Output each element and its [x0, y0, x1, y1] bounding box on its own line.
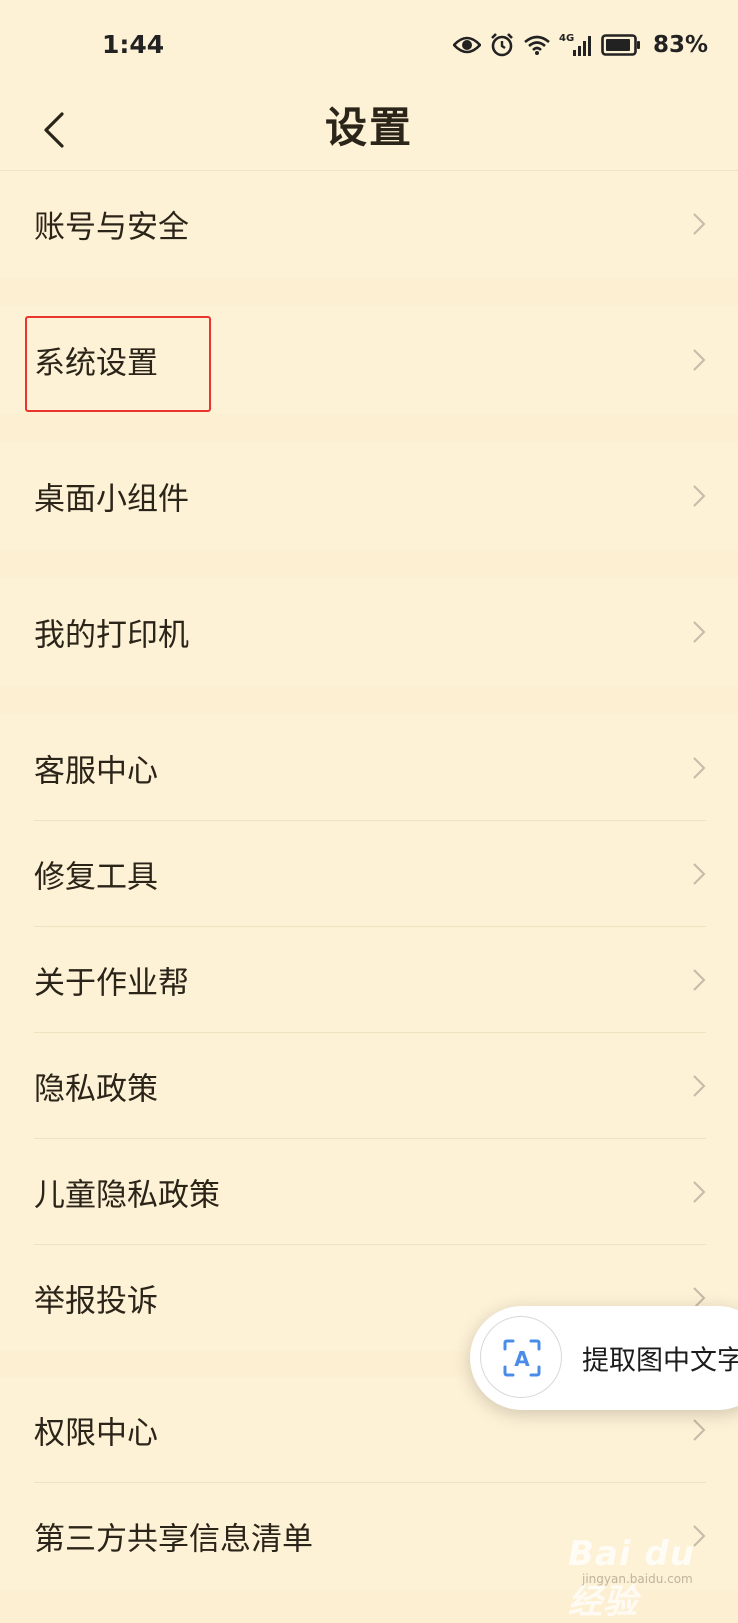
- chevron-right-icon: [693, 213, 706, 235]
- alarm-icon: [491, 33, 513, 57]
- menu-item-desktop-widgets[interactable]: 桌面小组件: [0, 443, 738, 549]
- menu-section-account: 账号与安全: [0, 171, 738, 277]
- menu-item-about[interactable]: 关于作业帮: [0, 927, 738, 1033]
- menu-item-label: 客服中心: [34, 753, 158, 790]
- header: 设置: [0, 90, 738, 171]
- menu-item-label: 修复工具: [34, 859, 158, 896]
- chevron-right-icon: [693, 1181, 706, 1203]
- menu-section-support: 客服中心 修复工具 关于作业帮 隐私政策 儿童隐私政策 举报投诉: [0, 715, 738, 1351]
- menu-item-system-settings[interactable]: 系统设置: [0, 307, 738, 413]
- extract-text-label: 提取图中文字: [582, 1345, 738, 1377]
- menu-item-label: 第三方共享信息清单: [34, 1521, 313, 1558]
- signal-icon: 4G: [559, 33, 591, 56]
- menu-section-widgets: 桌面小组件: [0, 443, 738, 549]
- menu-item-privacy-policy[interactable]: 隐私政策: [0, 1033, 738, 1139]
- menu-item-label: 儿童隐私政策: [34, 1177, 220, 1214]
- chevron-right-icon: [693, 1075, 706, 1097]
- menu-item-my-printer[interactable]: 我的打印机: [0, 579, 738, 685]
- extract-text-floating-button[interactable]: A 提取图中文字: [470, 1306, 738, 1410]
- menu-item-customer-service[interactable]: 客服中心: [0, 715, 738, 821]
- chevron-right-icon: [693, 1525, 706, 1547]
- menu-item-label: 举报投诉: [34, 1283, 158, 1320]
- svg-text:A: A: [514, 1347, 530, 1371]
- menu-item-label: 桌面小组件: [34, 481, 189, 518]
- status-time: 1:44: [102, 30, 165, 59]
- chevron-right-icon: [693, 969, 706, 991]
- battery-icon: [601, 34, 640, 56]
- menu-item-label: 权限中心: [34, 1415, 158, 1452]
- text-recognition-icon: A: [503, 1339, 541, 1377]
- chevron-right-icon: [693, 757, 706, 779]
- menu-item-label: 账号与安全: [34, 209, 189, 246]
- float-icon-circle: A: [480, 1316, 562, 1398]
- chevron-right-icon: [693, 1419, 706, 1441]
- menu-item-account-security[interactable]: 账号与安全: [0, 171, 738, 277]
- menu-item-child-privacy-policy[interactable]: 儿童隐私政策: [0, 1139, 738, 1245]
- network-label: 4G: [559, 33, 574, 44]
- chevron-right-icon: [693, 485, 706, 507]
- menu-section-printer: 我的打印机: [0, 579, 738, 685]
- menu-item-repair-tool[interactable]: 修复工具: [0, 821, 738, 927]
- menu-item-third-party-sharing-list[interactable]: 第三方共享信息清单: [0, 1483, 738, 1589]
- chevron-right-icon: [693, 621, 706, 643]
- battery-percentage: 83%: [652, 32, 708, 58]
- page-title: 设置: [324, 103, 413, 152]
- menu-item-label: 关于作业帮: [34, 965, 189, 1002]
- status-icons: 4G 83%: [452, 30, 708, 60]
- menu-item-label: 我的打印机: [34, 617, 189, 654]
- status-bar: 1:44 4G 83%: [0, 0, 738, 90]
- menu-section-system: 系统设置: [0, 307, 738, 413]
- menu-item-label: 隐私政策: [34, 1071, 158, 1108]
- chevron-right-icon: [693, 349, 706, 371]
- chevron-right-icon: [693, 863, 706, 885]
- menu-item-label: 系统设置: [34, 345, 158, 382]
- eye-icon: [452, 36, 481, 54]
- wifi-icon: [524, 35, 550, 55]
